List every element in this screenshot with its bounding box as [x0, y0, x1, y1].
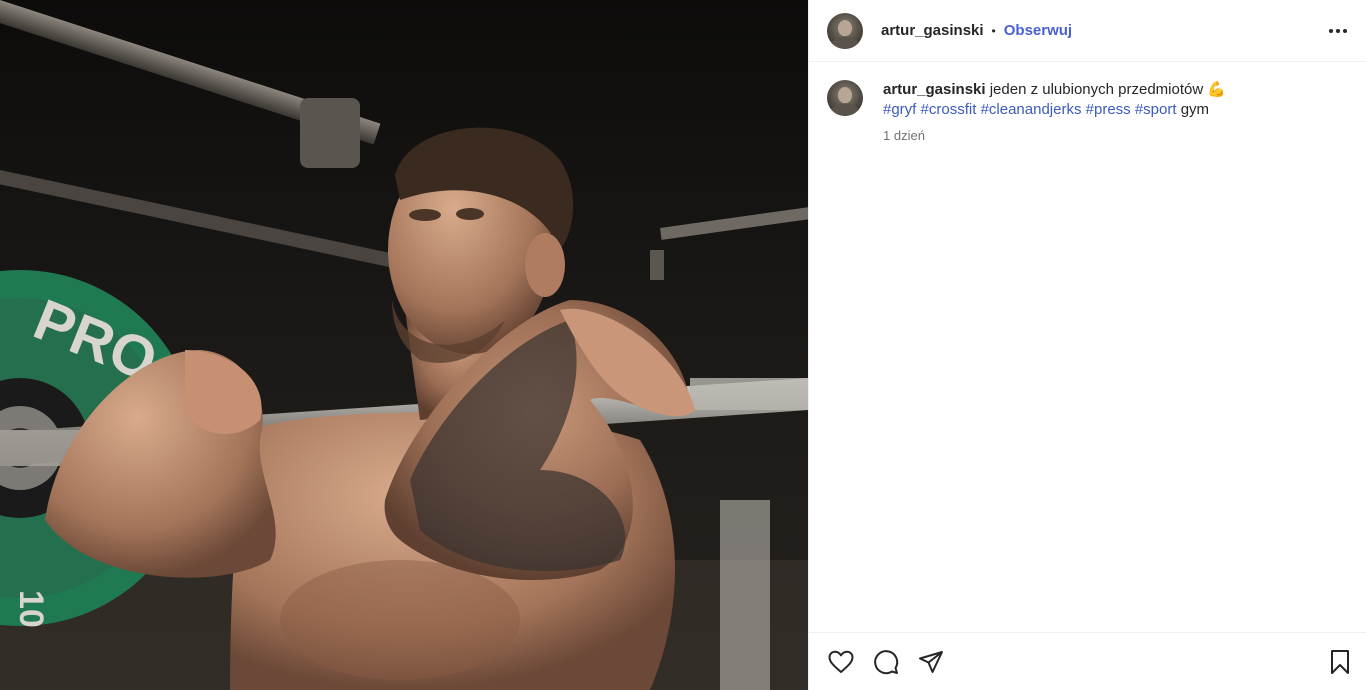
bookmark-icon	[1331, 649, 1349, 674]
save-button[interactable]	[1326, 648, 1354, 676]
hashtag-link[interactable]: #press	[1086, 101, 1131, 118]
rack-beam	[0, 167, 411, 272]
like-button[interactable]	[827, 648, 855, 676]
post-timestamp[interactable]: 1 dzień	[883, 128, 1226, 143]
caption-body: artur_gasinski jeden z ulubionych przedm…	[883, 80, 1226, 143]
send-icon	[919, 650, 943, 673]
hashtag-link[interactable]: #gryf	[883, 101, 916, 118]
caption-text: artur_gasinski jeden z ulubionych przedm…	[883, 80, 1226, 120]
flexed-biceps-emoji: 💪	[1207, 81, 1227, 98]
avatar-face	[838, 87, 852, 103]
chest-shadow	[280, 560, 520, 680]
follow-button[interactable]: Obserwuj	[1004, 22, 1072, 39]
plate-weight-text: 10	[12, 590, 50, 628]
left-hand	[185, 350, 262, 434]
rack-pipe-joint	[650, 250, 664, 280]
rack-upright	[720, 500, 770, 690]
comment-button[interactable]	[872, 648, 900, 676]
caption-row: artur_gasinski jeden z ulubionych przedm…	[827, 80, 1348, 143]
caption-avatar[interactable]	[827, 80, 863, 116]
avatar-shoulders	[831, 36, 859, 49]
post-photo[interactable]: PRO 10	[0, 0, 808, 690]
more-horizontal-icon	[1329, 28, 1347, 33]
caption-username[interactable]: artur_gasinski	[883, 81, 986, 98]
avatar[interactable]	[827, 12, 863, 49]
post-view: PRO 10 artur_gasinski • Obserwuj artur_g…	[0, 0, 1366, 690]
hashtag-link[interactable]: #sport	[1135, 101, 1177, 118]
post-header: artur_gasinski • Obserwuj	[809, 0, 1366, 62]
rack-pipe-right	[659, 205, 808, 240]
caption-trailing-text: gym	[1180, 101, 1210, 118]
caption-message: jeden z ulubionych przedmiotów	[989, 81, 1204, 98]
pipe-joint	[300, 98, 360, 168]
action-bar	[809, 632, 1366, 690]
more-options-button[interactable]	[1326, 19, 1350, 43]
hashtag-link[interactable]: #crossfit	[921, 101, 977, 118]
gym-photo-illustration: PRO 10	[0, 0, 808, 690]
heart-icon	[828, 650, 854, 673]
hashtag-link[interactable]: #cleanandjerks	[981, 101, 1082, 118]
header-username[interactable]: artur_gasinski	[881, 22, 984, 39]
header-separator: •	[991, 23, 996, 38]
comments-section: artur_gasinski jeden z ulubionych przedm…	[809, 62, 1366, 632]
avatar-face	[838, 19, 852, 36]
share-button[interactable]	[917, 648, 945, 676]
comment-icon	[874, 649, 899, 674]
avatar-shoulders	[831, 104, 859, 116]
post-details-panel: artur_gasinski • Obserwuj artur_gasinski…	[808, 0, 1366, 690]
